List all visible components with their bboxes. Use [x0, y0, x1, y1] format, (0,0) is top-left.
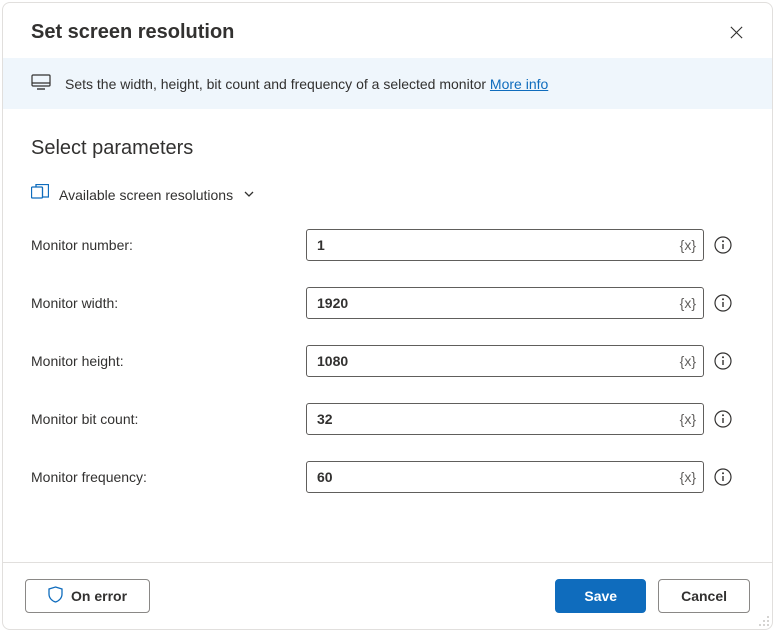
cancel-label: Cancel [681, 588, 727, 604]
input-monitor-width[interactable] [306, 287, 704, 319]
input-monitor-frequency[interactable] [306, 461, 704, 493]
on-error-button[interactable]: On error [25, 579, 150, 613]
input-wrap-monitor-width: {x} [306, 287, 704, 319]
row-monitor-bit-count: Monitor bit count: {x} [31, 403, 744, 435]
label-monitor-width: Monitor width: [31, 295, 306, 311]
info-button-monitor-bit-count[interactable] [714, 410, 732, 428]
close-button[interactable] [725, 21, 748, 44]
input-monitor-bit-count[interactable] [306, 403, 704, 435]
info-icon [714, 410, 732, 428]
close-icon [729, 25, 744, 40]
section-title: Select parameters [31, 137, 744, 160]
variable-token-button[interactable]: {x} [680, 295, 696, 311]
banner-text: Sets the width, height, bit count and fr… [65, 76, 548, 92]
variable-token-button[interactable]: {x} [680, 411, 696, 427]
shield-icon [48, 586, 63, 606]
monitor-icon [31, 74, 51, 93]
label-monitor-bit-count: Monitor bit count: [31, 411, 306, 427]
variable-token-button[interactable]: {x} [680, 353, 696, 369]
info-button-monitor-frequency[interactable] [714, 468, 732, 486]
dialog-header: Set screen resolution [3, 3, 772, 58]
dialog: Set screen resolution Sets the width, he… [2, 2, 773, 630]
chevron-down-icon [243, 187, 255, 203]
variable-token-button[interactable]: {x} [680, 469, 696, 485]
dialog-content: Select parameters Available screen resol… [3, 109, 772, 562]
row-monitor-frequency: Monitor frequency: {x} [31, 461, 744, 493]
info-icon [714, 236, 732, 254]
info-button-monitor-width[interactable] [714, 294, 732, 312]
input-wrap-monitor-height: {x} [306, 345, 704, 377]
more-info-link[interactable]: More info [490, 76, 548, 92]
label-monitor-number: Monitor number: [31, 237, 306, 253]
variables-label: Available screen resolutions [59, 187, 233, 203]
input-wrap-monitor-frequency: {x} [306, 461, 704, 493]
info-icon [714, 468, 732, 486]
info-button-monitor-number[interactable] [714, 236, 732, 254]
save-label: Save [584, 588, 617, 604]
info-icon [714, 352, 732, 370]
cancel-button[interactable]: Cancel [658, 579, 750, 613]
input-monitor-height[interactable] [306, 345, 704, 377]
on-error-label: On error [71, 588, 127, 604]
row-monitor-number: Monitor number: {x} [31, 229, 744, 261]
row-monitor-height: Monitor height: {x} [31, 345, 744, 377]
dialog-footer: On error Save Cancel [3, 562, 772, 629]
label-monitor-frequency: Monitor frequency: [31, 469, 306, 485]
variable-token-button[interactable]: {x} [680, 237, 696, 253]
input-wrap-monitor-bit-count: {x} [306, 403, 704, 435]
save-button[interactable]: Save [555, 579, 646, 613]
input-monitor-number[interactable] [306, 229, 704, 261]
variables-toggle[interactable]: Available screen resolutions [31, 182, 255, 207]
info-button-monitor-height[interactable] [714, 352, 732, 370]
banner-description: Sets the width, height, bit count and fr… [65, 76, 490, 92]
label-monitor-height: Monitor height: [31, 353, 306, 369]
dialog-title: Set screen resolution [31, 21, 234, 44]
row-monitor-width: Monitor width: {x} [31, 287, 744, 319]
variables-icon [31, 184, 49, 205]
info-icon [714, 294, 732, 312]
info-banner: Sets the width, height, bit count and fr… [3, 58, 772, 109]
input-wrap-monitor-number: {x} [306, 229, 704, 261]
